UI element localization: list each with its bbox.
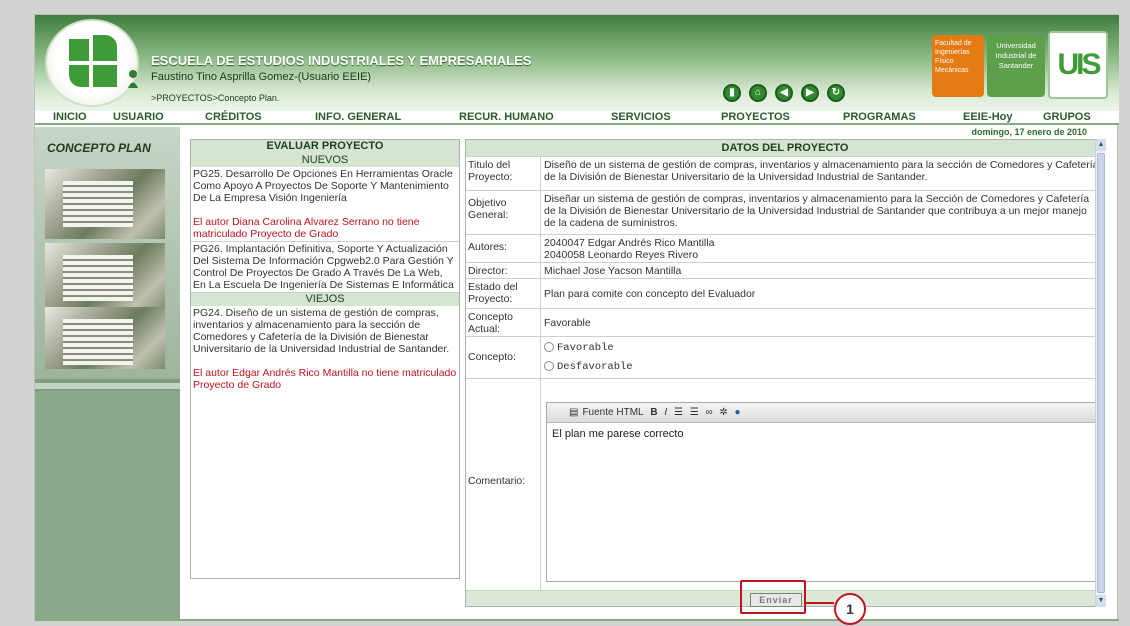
menu-programas[interactable]: PROGRAMAS [843, 111, 916, 123]
project-pg26[interactable]: PG26. Implantación Definitiva, Soporte Y… [193, 243, 457, 291]
home-icon[interactable]: ⌂ [749, 84, 767, 102]
page-frame: ESCUELA DE ESTUDIOS INDUSTRIALES Y EMPRE… [34, 14, 1119, 621]
menu-grupos[interactable]: GRUPOS [1043, 111, 1091, 123]
highlight-box [740, 580, 806, 614]
value-objetivo: Diseñar un sistema de gestión de compras… [544, 193, 1090, 229]
label-estado: Estado del Proyecto: [468, 281, 518, 305]
section-title: CONCEPTO PLAN [47, 141, 151, 155]
exit-door-icon[interactable]: ▮ [723, 84, 741, 102]
project-item[interactable]: PG26. Implantación Definitiva, Soporte Y… [191, 242, 459, 293]
evaluar-proyecto-panel: EVALUAR PROYECTO NUEVOS PG25. Desarrollo… [190, 139, 460, 579]
radio-desfavorable[interactable] [544, 361, 554, 372]
row-concepto: Concepto: Favorable Desfavorable [466, 336, 1104, 379]
left-panel: CONCEPTO PLAN [35, 127, 180, 619]
school-title: ESCUELA DE ESTUDIOS INDUSTRIALES Y EMPRE… [151, 53, 532, 68]
viejos-header: VIEJOS [191, 293, 459, 306]
menu-info-general[interactable]: INFO. GENERAL [315, 111, 401, 123]
label-objetivo: Objetivo General: [468, 197, 509, 221]
scroll-thumb[interactable] [1097, 153, 1105, 593]
menu-inicio[interactable]: INICIO [53, 111, 87, 123]
value-director: Michael Jose Yacson Mantilla [544, 265, 682, 277]
eeie-logo [45, 19, 139, 107]
warning-text: El autor Diana Carolina Alvarez Serrano … [193, 216, 420, 240]
label-director: Director: [468, 265, 508, 277]
building-photo [45, 243, 165, 313]
user-name: Faustino Tino Asprilla Gomez-(Usuario EE… [151, 71, 372, 83]
evaluar-title: EVALUAR PROYECTO [191, 140, 459, 154]
row-estado: Estado del Proyecto: Plan para comite co… [466, 278, 1104, 309]
row-autores: Autores: 2040047 Edgar Andrés Rico Manti… [466, 234, 1104, 263]
bold-icon[interactable]: B [650, 407, 657, 418]
value-concepto-actual: Favorable [544, 317, 591, 329]
scroll-up-icon[interactable]: ▲ [1096, 139, 1106, 151]
uis-logo: UIS [1048, 31, 1108, 99]
project-pg25[interactable]: PG25. Desarrollo De Opciones En Herramie… [193, 168, 457, 204]
radio-favorable-label[interactable]: Favorable [557, 342, 614, 354]
callout-number: 1 [834, 593, 866, 625]
source-html-button[interactable]: Fuente HTML [582, 407, 643, 418]
vertical-scrollbar[interactable]: ▲ ▼ [1095, 139, 1106, 607]
menu-recur-humano[interactable]: RECUR. HUMANO [459, 111, 554, 123]
building-photo [45, 169, 165, 239]
user-icon [128, 70, 138, 88]
comment-editor[interactable]: ▤ Fuente HTML B I ☰ ☰ ∞ ✲ ● El plan me pa… [546, 402, 1098, 582]
main-menu: INICIO USUARIO CRÉDITOS INFO. GENERAL RE… [35, 111, 1119, 125]
datos-proyecto-panel: DATOS DEL PROYECTO Titulo del Proyecto: … [465, 139, 1105, 607]
datos-title: DATOS DEL PROYECTO [466, 140, 1104, 156]
label-concepto-actual: Concepto Actual: [468, 311, 513, 335]
row-concepto-actual: Concepto Actual: Favorable [466, 308, 1104, 337]
ordered-list-icon[interactable]: ☰ [674, 407, 683, 418]
project-item[interactable]: PG25. Desarrollo De Opciones En Herramie… [191, 167, 459, 242]
editor-toolbar: ▤ Fuente HTML B I ☰ ☰ ∞ ✲ ● [547, 403, 1097, 423]
faculty-logo: Facultad de Ingenierías Físico Mecánicas [932, 35, 984, 97]
scroll-down-icon[interactable]: ▼ [1096, 595, 1106, 607]
menu-servicios[interactable]: SERVICIOS [611, 111, 671, 123]
value-estado: Plan para comite con concepto del Evalua… [544, 288, 756, 300]
autor-1: 2040047 Edgar Andrés Rico Mantilla [544, 237, 715, 249]
header: ESCUELA DE ESTUDIOS INDUSTRIALES Y EMPRE… [35, 15, 1119, 111]
comment-text[interactable]: El plan me parese correcto [547, 423, 1097, 445]
footer-line [35, 619, 1119, 621]
value-titulo: Diseño de un sistema de gestión de compr… [544, 159, 1099, 183]
value-autores: 2040047 Edgar Andrés Rico Mantilla 20400… [544, 237, 1100, 261]
forward-arrow-icon[interactable]: ▶ [801, 84, 819, 102]
current-date: domingo, 17 enero de 2010 [971, 127, 1087, 137]
project-item[interactable]: PG24. Diseño de un sistema de gestión de… [191, 306, 459, 392]
project-pg24[interactable]: PG24. Diseño de un sistema de gestión de… [193, 307, 457, 355]
row-director: Director: Michael Jose Yacson Mantilla [466, 262, 1104, 279]
callout-connector [806, 602, 834, 604]
menu-proyectos[interactable]: PROYECTOS [721, 111, 790, 123]
label-concepto: Concepto: [468, 351, 516, 363]
university-logo: Universidad Industrial de Santander [987, 35, 1045, 97]
breadcrumb: >PROYECTOS>Concepto Plan. [151, 93, 280, 103]
row-titulo: Titulo del Proyecto: Diseño de un sistem… [466, 156, 1104, 191]
label-comentario: Comentario: [468, 475, 526, 487]
radio-desfavorable-label[interactable]: Desfavorable [557, 361, 633, 373]
help-icon[interactable]: ● [735, 407, 741, 418]
warning-text: El autor Edgar Andrés Rico Mantilla no t… [193, 367, 457, 391]
refresh-icon[interactable]: ↻ [827, 84, 845, 102]
concepto-options: Favorable Desfavorable [544, 341, 1100, 373]
bullet-list-icon[interactable]: ☰ [690, 407, 699, 418]
menu-creditos[interactable]: CRÉDITOS [205, 111, 262, 123]
special-char-icon[interactable]: ✲ [719, 407, 727, 418]
label-titulo: Titulo del Proyecto: [468, 159, 513, 183]
menu-usuario[interactable]: USUARIO [113, 111, 164, 123]
label-autores: Autores: [468, 241, 508, 253]
row-objetivo: Objetivo General: Diseñar un sistema de … [466, 190, 1104, 235]
source-icon[interactable]: ▤ [569, 407, 578, 418]
italic-icon[interactable]: I [664, 407, 667, 418]
menu-eeie-hoy[interactable]: EEIE-Hoy [963, 111, 1013, 123]
link-icon[interactable]: ∞ [705, 407, 712, 418]
radio-favorable[interactable] [544, 342, 554, 353]
back-arrow-icon[interactable]: ◀ [775, 84, 793, 102]
autor-2: 2040058 Leonardo Reyes Rivero [544, 249, 699, 261]
building-photo [45, 307, 165, 369]
nuevos-header: NUEVOS [191, 154, 459, 167]
